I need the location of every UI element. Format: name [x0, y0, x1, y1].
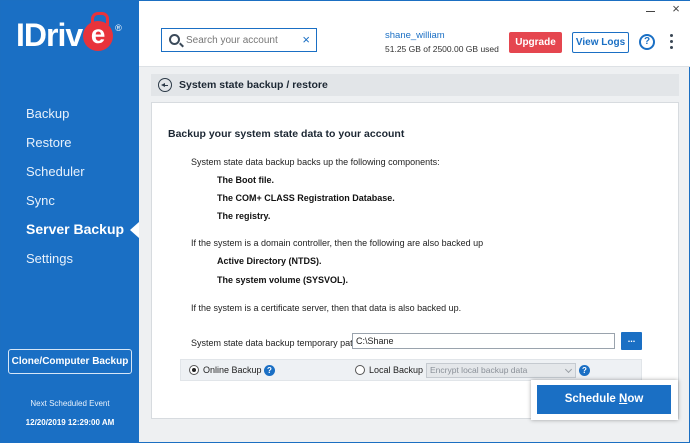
sidebar-item-server-backup[interactable]: Server Backup — [1, 215, 139, 244]
search-icon — [169, 34, 180, 45]
close-icon[interactable]: × — [669, 2, 683, 16]
clone-computer-backup-button[interactable]: Clone/Computer Backup — [8, 349, 132, 374]
sidebar-item-restore[interactable]: Restore — [1, 128, 139, 157]
logo-lock-e-icon: e — [83, 12, 114, 51]
page-title: System state backup / restore — [179, 79, 328, 91]
next-scheduled-event-date: 12/20/2019 12:29:00 AM — [25, 418, 115, 427]
schedule-now-container: Schedule Now — [531, 380, 678, 420]
local-backup-info-icon[interactable]: ? — [579, 365, 590, 376]
online-backup-label[interactable]: Online Backup — [203, 365, 262, 375]
temp-path-input[interactable] — [352, 333, 615, 349]
minimize-icon[interactable] — [644, 3, 658, 17]
component-item: The registry. — [217, 211, 271, 221]
back-arrow-icon[interactable] — [158, 78, 172, 92]
view-logs-button[interactable]: View Logs — [572, 32, 629, 53]
system-state-panel: Backup your system state data to your ac… — [151, 102, 679, 419]
temp-path-label: System state data backup temporary path — [191, 338, 358, 348]
browse-button[interactable]: ... — [621, 332, 642, 350]
idrive-logo: IDriv e ® — [16, 12, 122, 59]
backup-type-row: Online Backup ? Local Backup Encrypt loc… — [180, 359, 642, 381]
sidebar-nav: Backup Restore Scheduler Sync Server Bac… — [1, 99, 139, 273]
username: shane_william — [385, 30, 445, 41]
chevron-down-icon — [564, 365, 573, 374]
sidebar-item-backup[interactable]: Backup — [1, 99, 139, 128]
intro-text: System state data backup backs up the fo… — [191, 157, 440, 167]
local-backup-label[interactable]: Local Backup — [369, 365, 423, 375]
help-icon[interactable]: ? — [639, 34, 655, 50]
storage-usage: 51.25 GB of 2500.00 GB used — [385, 44, 499, 54]
local-backup-radio[interactable] — [355, 365, 365, 375]
certificate-server-text: If the system is a certificate server, t… — [191, 303, 462, 313]
logo-text: IDriv — [16, 17, 83, 53]
clear-search-icon[interactable]: × — [302, 32, 310, 48]
sidebar-item-scheduler[interactable]: Scheduler — [1, 157, 139, 186]
search-input[interactable] — [186, 32, 296, 48]
header: × shane_william 51.25 GB of 2500.00 GB u… — [139, 1, 690, 67]
online-backup-info-icon[interactable]: ? — [264, 365, 275, 376]
app-window: IDriv e ® Backup Restore Scheduler Sync … — [0, 0, 690, 443]
search-box: × — [161, 28, 317, 52]
sidebar-item-sync[interactable]: Sync — [1, 186, 139, 215]
schedule-label-pre: Schedule — [564, 393, 620, 405]
encrypt-local-backup-select[interactable]: Encrypt local backup data — [426, 363, 576, 378]
domain-controller-text: If the system is a domain controller, th… — [191, 238, 484, 248]
sidebar: IDriv e ® Backup Restore Scheduler Sync … — [1, 1, 139, 443]
schedule-label-post: ow — [627, 393, 644, 405]
component-item: The COM+ CLASS Registration Database. — [217, 193, 395, 203]
component-item: The Boot file. — [217, 175, 274, 185]
encrypt-select-value: Encrypt local backup data — [430, 365, 528, 375]
breadcrumb: System state backup / restore — [151, 74, 679, 96]
more-options-icon[interactable] — [668, 34, 674, 52]
dc-item: The system volume (SYSVOL). — [217, 275, 349, 285]
online-backup-radio[interactable] — [189, 365, 199, 375]
dc-item: Active Directory (NTDS). — [217, 256, 322, 266]
account-info: shane_william 51.25 GB of 2500.00 GB use… — [385, 30, 499, 54]
upgrade-button[interactable]: Upgrade — [509, 32, 562, 53]
schedule-now-button[interactable]: Schedule Now — [537, 385, 671, 414]
sidebar-item-settings[interactable]: Settings — [1, 244, 139, 273]
next-scheduled-event-label: Next Scheduled Event — [30, 399, 110, 408]
panel-heading: Backup your system state data to your ac… — [168, 128, 405, 140]
logo-registered-mark: ® — [115, 23, 122, 33]
